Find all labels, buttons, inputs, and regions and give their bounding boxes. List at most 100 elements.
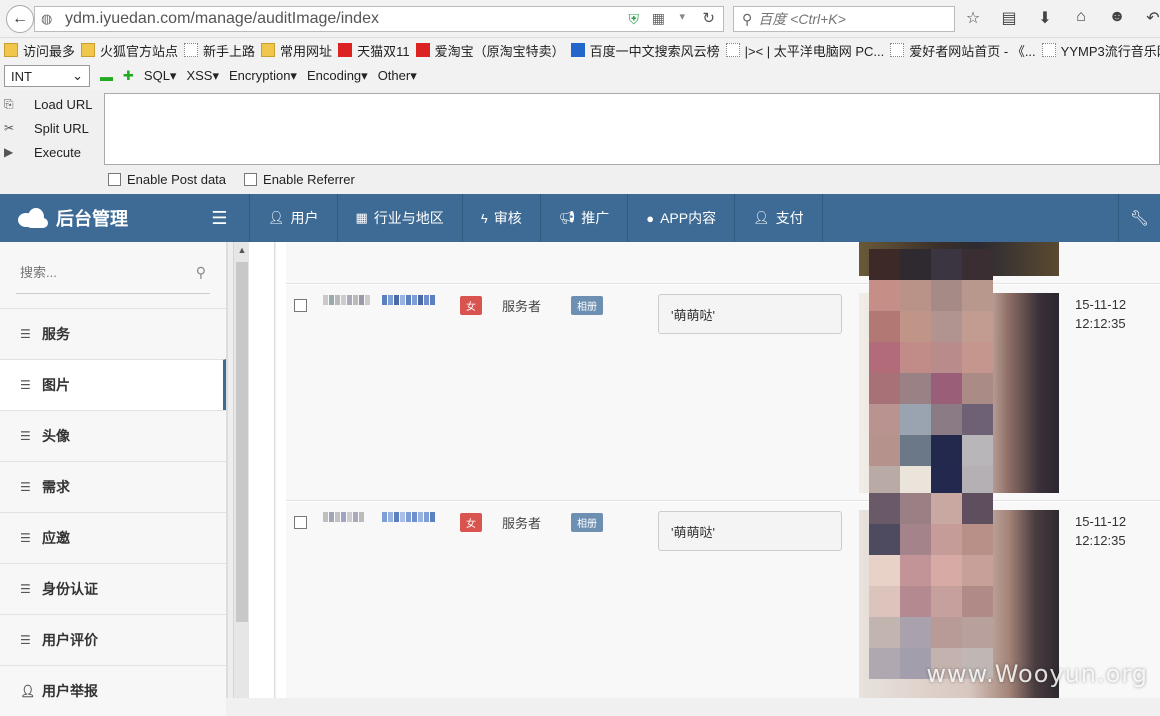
browser-toolbar: ← ◍ ydm.iyuedan.com/manage/auditImage/in… bbox=[0, 0, 1160, 38]
scrollbar[interactable]: ▲ bbox=[233, 242, 249, 698]
undo-icon[interactable]: ↶ bbox=[1142, 8, 1160, 28]
sidebar-item-reports[interactable]: 👤︎ 用户举报 bbox=[0, 665, 226, 716]
bookmark-item[interactable]: 爱淘宝（原淘宝特卖） bbox=[415, 41, 565, 60]
execute-button[interactable]: ▶ Execute bbox=[0, 140, 100, 164]
bookmark-item[interactable]: 天猫双11 bbox=[338, 41, 410, 60]
sidebar-search-input[interactable] bbox=[20, 265, 170, 280]
url-text[interactable]: ydm.iyuedan.com/manage/auditImage/index bbox=[65, 10, 379, 28]
enable-referrer-option[interactable]: Enable Referrer bbox=[244, 172, 355, 187]
content-gutter bbox=[249, 242, 275, 698]
hackbar-actions: ⎘ Load URL ✂ Split URL ▶ Execute bbox=[0, 92, 100, 164]
star-icon[interactable]: ☆ bbox=[962, 8, 984, 28]
history-dropdown-icon[interactable]: ▾ bbox=[679, 10, 685, 23]
plus-icon[interactable]: ✚ bbox=[123, 68, 134, 84]
pixelated-face bbox=[869, 493, 993, 679]
sidebar-item-service[interactable]: ☰ 服务 bbox=[0, 308, 226, 359]
sidebar-item-avatar[interactable]: ☰ 头像 bbox=[0, 410, 226, 461]
search-input[interactable] bbox=[758, 11, 949, 27]
hackbar-menu-row: INT ⌄ ▬ ✚ SQL▾ XSS▾ Encryption▾ Encoding▾… bbox=[0, 62, 1160, 90]
nav-users[interactable]: 👤︎ 用户 bbox=[250, 194, 338, 242]
sidebar-item-identity[interactable]: ☰ 身份认证 bbox=[0, 563, 226, 614]
split-url-icon: ✂ bbox=[4, 121, 15, 135]
menu-other[interactable]: Other▾ bbox=[378, 68, 417, 84]
folder-icon bbox=[81, 43, 96, 57]
nav-industry-region[interactable]: ▦ 行业与地区 bbox=[338, 194, 463, 242]
home-icon[interactable]: ⌂ bbox=[1070, 8, 1092, 28]
user-icon: 👤︎ bbox=[268, 210, 285, 225]
sidebar-item-images[interactable]: ☰ 图片 bbox=[0, 359, 226, 410]
cloud-logo-icon bbox=[18, 208, 48, 228]
bookmark-item[interactable]: 访问最多 bbox=[4, 41, 75, 60]
brand[interactable]: 后台管理 bbox=[0, 194, 190, 242]
type-select[interactable]: INT ⌄ bbox=[4, 65, 90, 87]
menu-toggle-icon[interactable]: ☰ bbox=[190, 194, 250, 242]
list-icon: ☰ bbox=[20, 480, 31, 494]
description-box: '萌萌哒' bbox=[658, 511, 842, 551]
bookmark-item[interactable]: 爱好者网站首页 - 《... bbox=[890, 41, 1036, 60]
row-checkbox[interactable] bbox=[294, 299, 307, 312]
sidebar-search: ⚲ bbox=[16, 252, 210, 294]
bookmark-item[interactable]: YYMP3流行音乐网 - ... bbox=[1041, 41, 1160, 60]
row-checkbox[interactable] bbox=[294, 516, 307, 529]
bookmark-item[interactable]: 火狐官方站点 bbox=[81, 41, 178, 60]
reload-icon[interactable]: ↻ bbox=[702, 9, 715, 27]
bolt-icon: ϟ bbox=[480, 210, 488, 226]
taobao-icon bbox=[415, 43, 430, 57]
enable-referrer-checkbox[interactable] bbox=[244, 173, 258, 186]
admin-top-nav: 后台管理 ☰ 👤︎ 用户 ▦ 行业与地区 ϟ 审核 📢︎ 推广 ● APP内容 👤︎ 支付 … bbox=[0, 194, 1160, 242]
album-tag[interactable]: 相册 bbox=[571, 513, 603, 532]
search-icon: ⚲ bbox=[742, 10, 753, 27]
wrench-icon[interactable]: 🔧︎ bbox=[1118, 194, 1160, 242]
sidebar-item-invitation[interactable]: ☰ 应邀 bbox=[0, 512, 226, 563]
table-row bbox=[286, 242, 1160, 284]
nav-audit[interactable]: ϟ 审核 bbox=[463, 194, 541, 242]
search-box[interactable]: ⚲ bbox=[733, 6, 955, 32]
enable-post-option[interactable]: Enable Post data bbox=[108, 172, 226, 187]
folder-icon bbox=[4, 43, 18, 57]
gender-badge: 女 bbox=[460, 513, 482, 532]
bookmark-item[interactable]: |>< | 太平洋电脑网 PC... bbox=[725, 41, 884, 60]
load-url-icon: ⎘ bbox=[4, 96, 14, 111]
back-button[interactable]: ← bbox=[6, 4, 34, 33]
qr-code-icon[interactable]: ▦ bbox=[652, 10, 665, 27]
album-tag[interactable]: 相册 bbox=[571, 296, 603, 315]
description-box: '萌萌哒' bbox=[658, 294, 842, 334]
menu-sql[interactable]: SQL▾ bbox=[144, 68, 177, 84]
sidebar-item-demand[interactable]: ☰ 需求 bbox=[0, 461, 226, 512]
bookmark-item[interactable]: 百度一中文搜索风云榜 bbox=[570, 41, 720, 60]
timestamp: 15-11-12 12:12:35 bbox=[1075, 514, 1127, 548]
load-url-button[interactable]: ⎘ Load URL bbox=[0, 92, 100, 116]
scroll-up-icon[interactable]: ▲ bbox=[234, 242, 250, 258]
menu-xss[interactable]: XSS▾ bbox=[186, 68, 219, 84]
menu-encryption[interactable]: Encryption▾ bbox=[229, 68, 297, 84]
timestamp: 15-11-12 12:12:35 bbox=[1075, 297, 1127, 331]
role-text: 服务者 bbox=[502, 516, 542, 531]
search-icon[interactable]: ⚲ bbox=[196, 264, 206, 281]
scrollbar-thumb[interactable] bbox=[236, 262, 248, 622]
bookmark-item[interactable]: 新手上路 bbox=[184, 41, 255, 60]
list-icon: ☰ bbox=[20, 378, 31, 392]
enable-post-checkbox[interactable] bbox=[108, 173, 121, 186]
page-icon bbox=[184, 43, 199, 57]
shield-icon[interactable]: ⛨ bbox=[629, 11, 640, 28]
bookmark-item[interactable]: 常用网址 bbox=[261, 41, 332, 60]
hackbar-options: Enable Post data Enable Referrer bbox=[108, 172, 355, 187]
minus-icon[interactable]: ▬ bbox=[100, 69, 113, 84]
reading-list-icon[interactable]: ▤ bbox=[998, 8, 1020, 28]
hackbar-url-textarea[interactable] bbox=[104, 93, 1160, 165]
nav-payment[interactable]: 👤︎ 支付 bbox=[735, 194, 823, 242]
role-text: 服务者 bbox=[502, 299, 542, 314]
pixelated-user-id bbox=[323, 512, 364, 522]
download-icon[interactable]: ⬇ bbox=[1034, 8, 1056, 28]
photo-thumbnail[interactable] bbox=[859, 249, 1059, 497]
url-bar[interactable]: ◍ ydm.iyuedan.com/manage/auditImage/inde… bbox=[34, 6, 724, 32]
smiley-icon[interactable]: ☻ bbox=[1106, 8, 1128, 28]
sidebar-item-reviews[interactable]: ☰ 用户评价 bbox=[0, 614, 226, 665]
nav-app-content[interactable]: ● APP内容 bbox=[628, 194, 736, 242]
page-icon bbox=[725, 43, 740, 57]
grid-icon: ▦ bbox=[355, 210, 368, 225]
nav-promotion[interactable]: 📢︎ 推广 bbox=[541, 194, 629, 242]
toolbar-icons: ☆ ▤ ⬇ ⌂ ☻ ↶ bbox=[962, 8, 1160, 28]
menu-encoding[interactable]: Encoding▾ bbox=[307, 68, 368, 84]
split-url-button[interactable]: ✂ Split URL bbox=[0, 116, 100, 140]
